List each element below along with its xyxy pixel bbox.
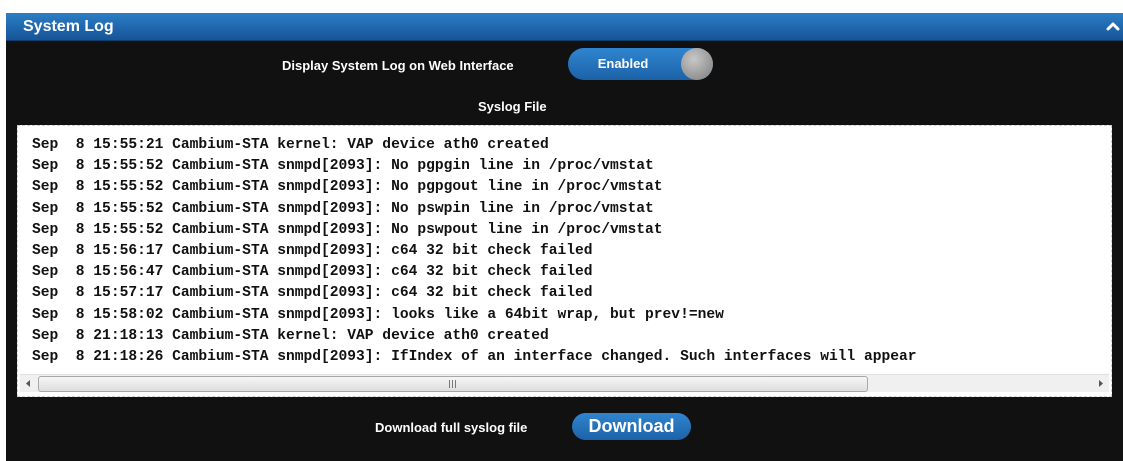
display-syslog-label: Display System Log on Web Interface xyxy=(282,58,514,73)
syslog-lines: Sep 8 15:55:21 Cambium-STA kernel: VAP d… xyxy=(18,135,1111,368)
horizontal-scrollbar[interactable] xyxy=(20,374,1109,392)
display-syslog-toggle[interactable]: Enabled xyxy=(568,48,713,80)
log-line: Sep 8 15:55:52 Cambium-STA snmpd[2093]: … xyxy=(32,179,663,196)
download-label: Download full syslog file xyxy=(375,420,528,435)
panel-header[interactable]: System Log xyxy=(6,13,1123,41)
log-line: Sep 8 15:55:52 Cambium-STA snmpd[2093]: … xyxy=(32,158,654,175)
scrollbar-thumb[interactable] xyxy=(38,376,868,392)
syslog-textarea[interactable]: Sep 8 15:55:21 Cambium-STA kernel: VAP d… xyxy=(17,125,1112,397)
log-line: Sep 8 15:58:02 Cambium-STA snmpd[2093]: … xyxy=(32,306,724,323)
system-log-panel: System Log Display System Log on Web Int… xyxy=(6,13,1123,461)
log-line: Sep 8 15:56:47 Cambium-STA snmpd[2093]: … xyxy=(32,264,593,281)
log-line: Sep 8 21:18:13 Cambium-STA kernel: VAP d… xyxy=(32,327,549,344)
panel-title: System Log xyxy=(23,18,114,35)
grip-icon xyxy=(449,380,456,388)
log-line: Sep 8 15:55:21 Cambium-STA kernel: VAP d… xyxy=(32,137,549,153)
log-line: Sep 8 15:55:52 Cambium-STA snmpd[2093]: … xyxy=(32,200,654,217)
download-button[interactable]: Download xyxy=(572,413,691,440)
toggle-knob[interactable] xyxy=(681,48,713,80)
syslog-file-heading: Syslog File xyxy=(478,99,547,114)
log-line: Sep 8 15:55:52 Cambium-STA snmpd[2093]: … xyxy=(32,221,663,238)
toggle-state-label: Enabled xyxy=(597,56,649,71)
scroll-right-arrow-icon[interactable] xyxy=(1092,375,1109,392)
log-line: Sep 8 15:57:17 Cambium-STA snmpd[2093]: … xyxy=(32,285,593,302)
chevron-up-icon[interactable] xyxy=(1106,19,1120,33)
scroll-left-arrow-icon[interactable] xyxy=(20,375,37,392)
log-line: Sep 8 21:18:26 Cambium-STA snmpd[2093]: … xyxy=(32,349,917,366)
log-line: Sep 8 15:56:17 Cambium-STA snmpd[2093]: … xyxy=(32,243,593,260)
